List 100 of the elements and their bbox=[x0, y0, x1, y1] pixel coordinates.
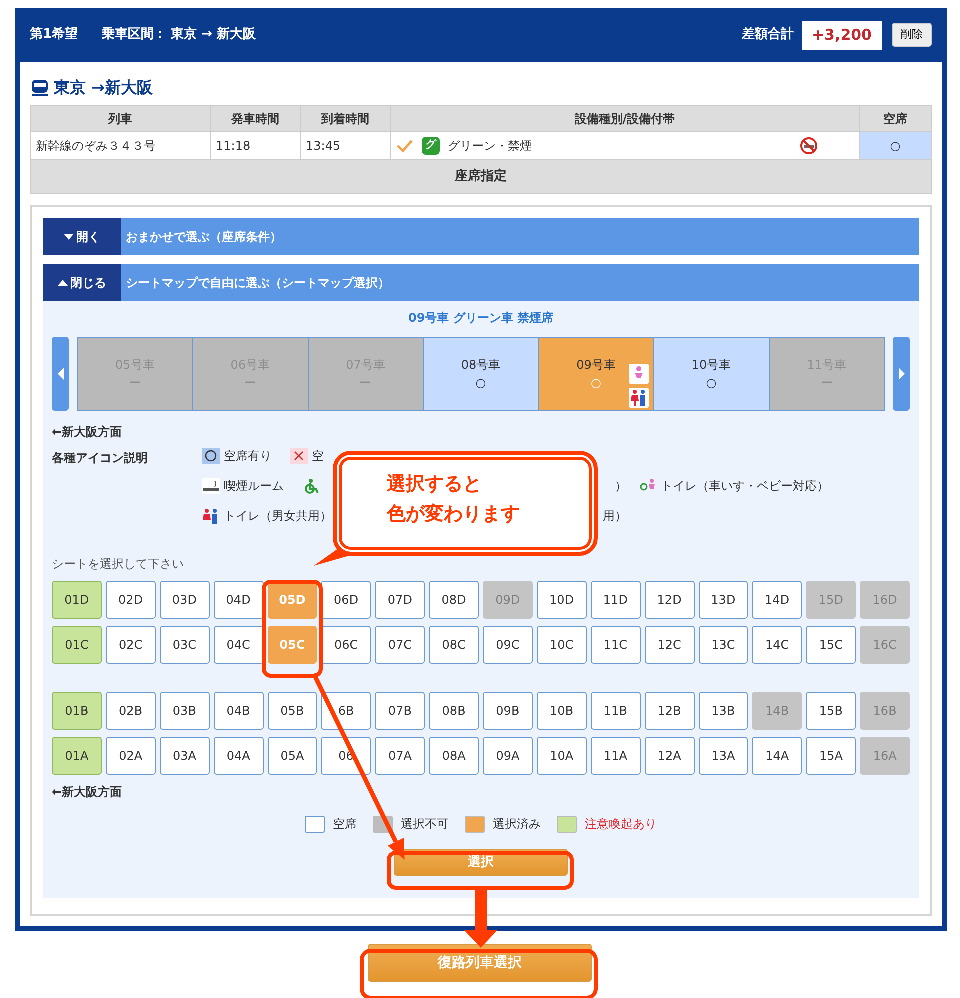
seat-button[interactable]: 07D bbox=[375, 581, 426, 619]
seat-button[interactable]: 15A bbox=[806, 737, 856, 775]
route-text: 東京 → 新大阪 bbox=[171, 26, 256, 44]
legend-text: トイレ（男女共用） bbox=[224, 508, 332, 525]
seat-button[interactable]: 6B bbox=[321, 692, 372, 730]
seat-button[interactable]: 03D bbox=[160, 581, 210, 619]
direction-label: ←新大阪方面 bbox=[52, 785, 122, 799]
seat-button[interactable]: 01C bbox=[52, 626, 102, 664]
car-title: 09号車 グリーン車 禁煙席 bbox=[408, 311, 554, 325]
seat-button[interactable]: 01B bbox=[52, 692, 102, 730]
seat-button[interactable]: 08D bbox=[429, 581, 479, 619]
seat-button[interactable]: 10B bbox=[536, 692, 587, 730]
facility-text: グリーン・禁煙 bbox=[448, 138, 532, 154]
seat-button[interactable]: 10D bbox=[536, 581, 587, 619]
arrow bbox=[464, 889, 498, 948]
seat-button[interactable]: 01A bbox=[52, 737, 102, 775]
train-name: 新幹線のぞみ３４３号 bbox=[36, 138, 156, 152]
seat-button[interactable]: 07C bbox=[375, 626, 426, 664]
seat-button[interactable]: 13D bbox=[698, 581, 748, 619]
accordion-title: シートマップで自由に選ぶ（シートマップ選択） bbox=[126, 274, 390, 292]
column-header: 到着時間 bbox=[300, 106, 390, 132]
legend-text: 喫煙ルーム bbox=[224, 478, 284, 495]
cross-icon bbox=[290, 448, 308, 464]
seat-button[interactable]: 03B bbox=[160, 692, 210, 730]
seat-button[interactable]: 04D bbox=[214, 581, 264, 619]
seat-button[interactable]: 11C bbox=[590, 626, 641, 664]
seat-button[interactable]: 13C bbox=[698, 626, 748, 664]
seat-button[interactable]: 12D bbox=[644, 581, 694, 619]
seat-button[interactable]: 03A bbox=[160, 737, 210, 775]
seat-button[interactable]: 09C bbox=[483, 626, 533, 664]
vacant-seat-icon bbox=[202, 448, 220, 464]
column-header: 設備種別/設備付帯 bbox=[390, 106, 860, 132]
legend-text: 用） bbox=[603, 508, 627, 525]
class-badge: グ bbox=[422, 136, 440, 154]
table-footer: 座席指定 bbox=[30, 160, 932, 194]
seat-button[interactable]: 07A bbox=[375, 737, 426, 775]
seat-button[interactable]: 08C bbox=[429, 626, 479, 664]
toilet-icon bbox=[202, 508, 220, 524]
legend-text: 注意喚起あり bbox=[585, 816, 657, 833]
next-arrow-button[interactable] bbox=[893, 337, 910, 411]
seat-button[interactable]: 15B bbox=[806, 692, 856, 730]
seat-button[interactable]: 11B bbox=[590, 692, 641, 730]
seat-button[interactable]: 11A bbox=[590, 737, 641, 775]
legend-label: 各種アイコン説明 bbox=[52, 451, 148, 465]
accordion-toggle[interactable]: 開く bbox=[43, 218, 121, 255]
seat-button[interactable]: 09A bbox=[483, 737, 533, 775]
car-tab[interactable]: 09号車 ○ bbox=[539, 338, 654, 410]
seat-button[interactable]: 10C bbox=[536, 626, 587, 664]
wheelchair-icon bbox=[302, 478, 320, 494]
down-triangle-icon bbox=[64, 232, 74, 240]
seat-button[interactable]: 12A bbox=[644, 737, 694, 775]
seat-button[interactable]: 02B bbox=[106, 692, 156, 730]
seat-button[interactable]: 06D bbox=[321, 581, 372, 619]
column-header: 空席 bbox=[860, 106, 932, 132]
accordion-title: おまかせで選ぶ（座席条件） bbox=[126, 228, 282, 246]
seat-button[interactable]: 02D bbox=[106, 581, 156, 619]
delete-button[interactable]: 削除 bbox=[892, 22, 932, 48]
left-triangle-icon bbox=[56, 368, 64, 380]
seat-button[interactable]: 14D bbox=[752, 581, 802, 619]
seat-button[interactable]: 04A bbox=[214, 737, 264, 775]
seat-button[interactable]: 09B bbox=[483, 692, 533, 730]
vacancy-cell: ○ bbox=[860, 132, 932, 160]
seat-button[interactable]: 06C bbox=[321, 626, 372, 664]
seat-button[interactable]: 13B bbox=[698, 692, 748, 730]
legend-text: ） bbox=[615, 478, 627, 495]
toilet-icon bbox=[629, 388, 650, 408]
seat-button[interactable]: 02A bbox=[106, 737, 156, 775]
seat-button[interactable]: 14A bbox=[752, 737, 802, 775]
train-icon bbox=[30, 78, 50, 96]
baby-toilet-icon bbox=[629, 364, 650, 384]
arrival-time: 13:45 bbox=[306, 138, 341, 152]
previous-arrow-button[interactable] bbox=[52, 337, 69, 411]
column-header: 発車時間 bbox=[210, 106, 300, 132]
seat-button[interactable]: 01D bbox=[52, 581, 102, 619]
seat-button[interactable]: 08B bbox=[429, 692, 479, 730]
legend-text: トイレ（車いす・ベビー対応） bbox=[661, 478, 829, 495]
seat-button[interactable]: 04B bbox=[214, 692, 264, 730]
seat-button[interactable]: 05A bbox=[268, 737, 318, 775]
seat-button[interactable]: 13A bbox=[698, 737, 748, 775]
seat-button[interactable]: 12B bbox=[644, 692, 694, 730]
callout-text: 選択すると 色が変わります bbox=[333, 451, 598, 556]
seat-button[interactable]: 04C bbox=[214, 626, 264, 664]
up-triangle-icon bbox=[58, 278, 68, 286]
legend-text: 選択不可 bbox=[401, 816, 449, 833]
seat-button[interactable]: 14C bbox=[752, 626, 802, 664]
smoking-icon bbox=[202, 478, 220, 494]
seat-button[interactable]: 02C bbox=[106, 626, 156, 664]
seat-button[interactable]: 15C bbox=[806, 626, 856, 664]
route-title: 東京 →新大阪 bbox=[54, 76, 153, 98]
seat-button[interactable]: 05B bbox=[268, 692, 318, 730]
car-tab[interactable]: 10号車 ○ bbox=[654, 338, 770, 410]
car-tab[interactable]: 08号車 ○ bbox=[424, 338, 540, 410]
seat-button[interactable]: 08A bbox=[429, 737, 479, 775]
seat-button[interactable]: 12C bbox=[644, 626, 694, 664]
total-label: 差額合計 bbox=[742, 26, 794, 44]
accordion-toggle[interactable]: 閉じる bbox=[43, 264, 121, 301]
seat-button[interactable]: 11D bbox=[590, 581, 641, 619]
seat-button[interactable]: 10A bbox=[536, 737, 587, 775]
seat-button[interactable]: 07B bbox=[375, 692, 426, 730]
seat-button[interactable]: 03C bbox=[160, 626, 210, 664]
